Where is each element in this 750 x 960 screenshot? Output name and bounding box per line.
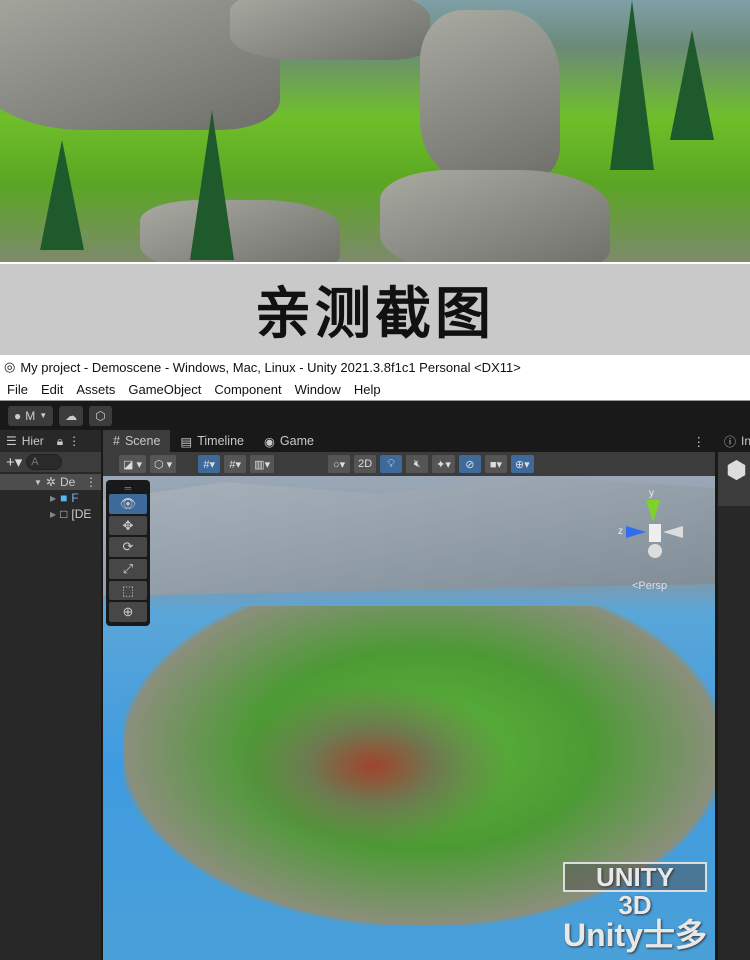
- scale-tool-icon[interactable]: ⤢: [109, 559, 147, 579]
- cube-icon: □: [60, 507, 68, 521]
- lock-icon[interactable]: 🔒︎: [57, 434, 63, 449]
- unity-cube-icon: ⬢: [718, 452, 750, 506]
- menu-edit[interactable]: Edit: [41, 382, 63, 397]
- menu-bar: File Edit Assets GameObject Component Wi…: [0, 379, 750, 401]
- tools-overlay: ═ 👁︎ ✥ ⟳ ⤢ ⬚ ⊕: [106, 480, 150, 626]
- menu-file[interactable]: File: [7, 382, 28, 397]
- tab-inspector[interactable]: ⓘ In: [718, 430, 750, 452]
- tab-hierarchy[interactable]: ☰ Hier 🔒︎ ⋮: [0, 430, 101, 452]
- tab-game[interactable]: ◉ Game: [254, 430, 324, 452]
- list-icon: ☰: [6, 434, 17, 448]
- banner: 亲测截图: [0, 262, 750, 355]
- hierarchy-search-input[interactable]: [26, 454, 63, 470]
- collab-icon: ⬡: [95, 408, 106, 423]
- timeline-icon: ▤: [180, 434, 193, 449]
- gizmo-z-cone[interactable]: [626, 526, 646, 538]
- info-icon: ⓘ: [724, 434, 737, 449]
- gizmo-y-cone[interactable]: [646, 500, 660, 522]
- scene-tabs: # Scene ▤ Timeline ◉ Game ⋮: [103, 430, 715, 452]
- toggle-2d-button[interactable]: 2D: [354, 455, 377, 473]
- add-button[interactable]: +▾: [6, 453, 22, 471]
- grid-snap-button[interactable]: #▾: [198, 455, 221, 473]
- gizmos-button[interactable]: ⊕▾: [510, 455, 534, 473]
- item-label: F: [71, 491, 79, 505]
- render-mode-button[interactable]: ⬡ ▾: [149, 455, 177, 473]
- watermark-logo: UNITY 3D Unity士多: [562, 862, 707, 953]
- tab-scene[interactable]: # Scene: [103, 430, 171, 452]
- hierarchy-item[interactable]: ▶ □ [DE: [0, 506, 101, 522]
- tab-timeline[interactable]: ▤ Timeline: [170, 430, 254, 452]
- inspector-panel: ⓘ In ⬢: [718, 430, 750, 960]
- hierarchy-panel: ☰Hier🔒︎⋮ +▾ ▼✲De⋮ ▶■F ▶□[DE: [0, 430, 101, 960]
- menu-assets[interactable]: Assets: [76, 382, 115, 397]
- rect-tool-icon[interactable]: ⬚: [109, 580, 147, 601]
- more-icon[interactable]: ⋮: [683, 430, 716, 452]
- orientation-gizmo[interactable]: y z <Persp: [598, 488, 708, 592]
- hierarchy-item[interactable]: ▶ ■ F: [0, 490, 101, 506]
- chevron-down-icon: ▼: [39, 411, 48, 420]
- account-button[interactable]: ● M ▼: [8, 405, 54, 426]
- gamepad-icon: ◉: [264, 434, 275, 449]
- scene-viewport[interactable]: ═ 👁︎ ✥ ⟳ ⤢ ⬚ ⊕ y z <Persp UNITY 3D Unity…: [103, 476, 715, 960]
- projection-label[interactable]: <Persp: [632, 580, 667, 592]
- menu-component[interactable]: Component: [214, 382, 281, 397]
- camera-button[interactable]: ■▾: [484, 455, 507, 473]
- banner-text: 亲测截图: [255, 282, 495, 347]
- title-bar: ◎ My project - Demoscene - Windows, Mac,…: [0, 355, 750, 379]
- prefab-cube-icon: ■: [60, 491, 68, 505]
- rotate-tool-icon[interactable]: ⟳: [109, 537, 147, 558]
- more-icon[interactable]: ⋮: [85, 475, 101, 489]
- scene-panel: # Scene ▤ Timeline ◉ Game ⋮ ◪ ▾ ⬡ ▾ #▾ #▾ ▥…: [103, 430, 715, 960]
- scene-toolbar: ◪ ▾ ⬡ ▾ #▾ #▾ ▥▾ ○▾ 2D 💡︎ 🔇︎ ✦▾ ⊘ ■▾ ⊕▾: [103, 452, 715, 476]
- cloud-icon: ☁: [65, 408, 78, 423]
- transform-tool-icon[interactable]: ⊕: [109, 602, 147, 623]
- shading-button[interactable]: ○▾: [328, 455, 351, 473]
- increment-snap-button[interactable]: #▾: [224, 455, 247, 473]
- visibility-toggle-icon[interactable]: ⊘: [458, 455, 481, 473]
- tab-hierarchy-label: Hier: [21, 434, 44, 448]
- cloud-button[interactable]: ☁: [59, 405, 84, 426]
- grid-icon: #: [113, 434, 120, 448]
- gizmo-y-label: y: [649, 488, 654, 499]
- main-toolbar: ● M ▼ ☁ ⬡: [0, 401, 750, 430]
- window-title: My project - Demoscene - Windows, Mac, L…: [20, 359, 521, 375]
- scene-row[interactable]: ▼ ✲ De ⋮: [0, 474, 101, 490]
- tab-label: Game: [279, 434, 314, 448]
- drag-handle[interactable]: ═: [125, 483, 131, 493]
- menu-gameobject[interactable]: GameObject: [128, 382, 201, 397]
- effects-toggle-icon[interactable]: ✦▾: [432, 455, 455, 473]
- account-icon: ●: [14, 408, 22, 423]
- tab-label: Scene: [124, 434, 161, 448]
- audio-toggle-icon[interactable]: 🔇︎: [406, 455, 429, 473]
- more-icon[interactable]: ⋮: [68, 434, 80, 448]
- grid-button[interactable]: ▥▾: [250, 455, 275, 473]
- unity-logo-icon: ◎: [4, 359, 16, 374]
- item-label: [DE: [71, 507, 92, 521]
- move-tool-icon[interactable]: ✥: [109, 515, 147, 536]
- collab-button[interactable]: ⬡: [89, 405, 112, 426]
- account-label: M: [25, 408, 36, 423]
- gizmo-z-label: z: [618, 526, 623, 537]
- game-preview-image: [0, 0, 750, 262]
- lighting-toggle-icon[interactable]: 💡︎: [380, 455, 403, 473]
- scene-label: De: [59, 475, 76, 489]
- menu-window[interactable]: Window: [295, 382, 341, 397]
- view-tool-eye-icon[interactable]: 👁︎: [109, 494, 147, 514]
- tab-label: Timeline: [197, 434, 244, 448]
- draw-mode-button[interactable]: ◪ ▾: [119, 455, 146, 473]
- tab-inspector-label: In: [741, 434, 750, 448]
- menu-help[interactable]: Help: [354, 382, 381, 397]
- unity-scene-icon: ✲: [45, 475, 56, 489]
